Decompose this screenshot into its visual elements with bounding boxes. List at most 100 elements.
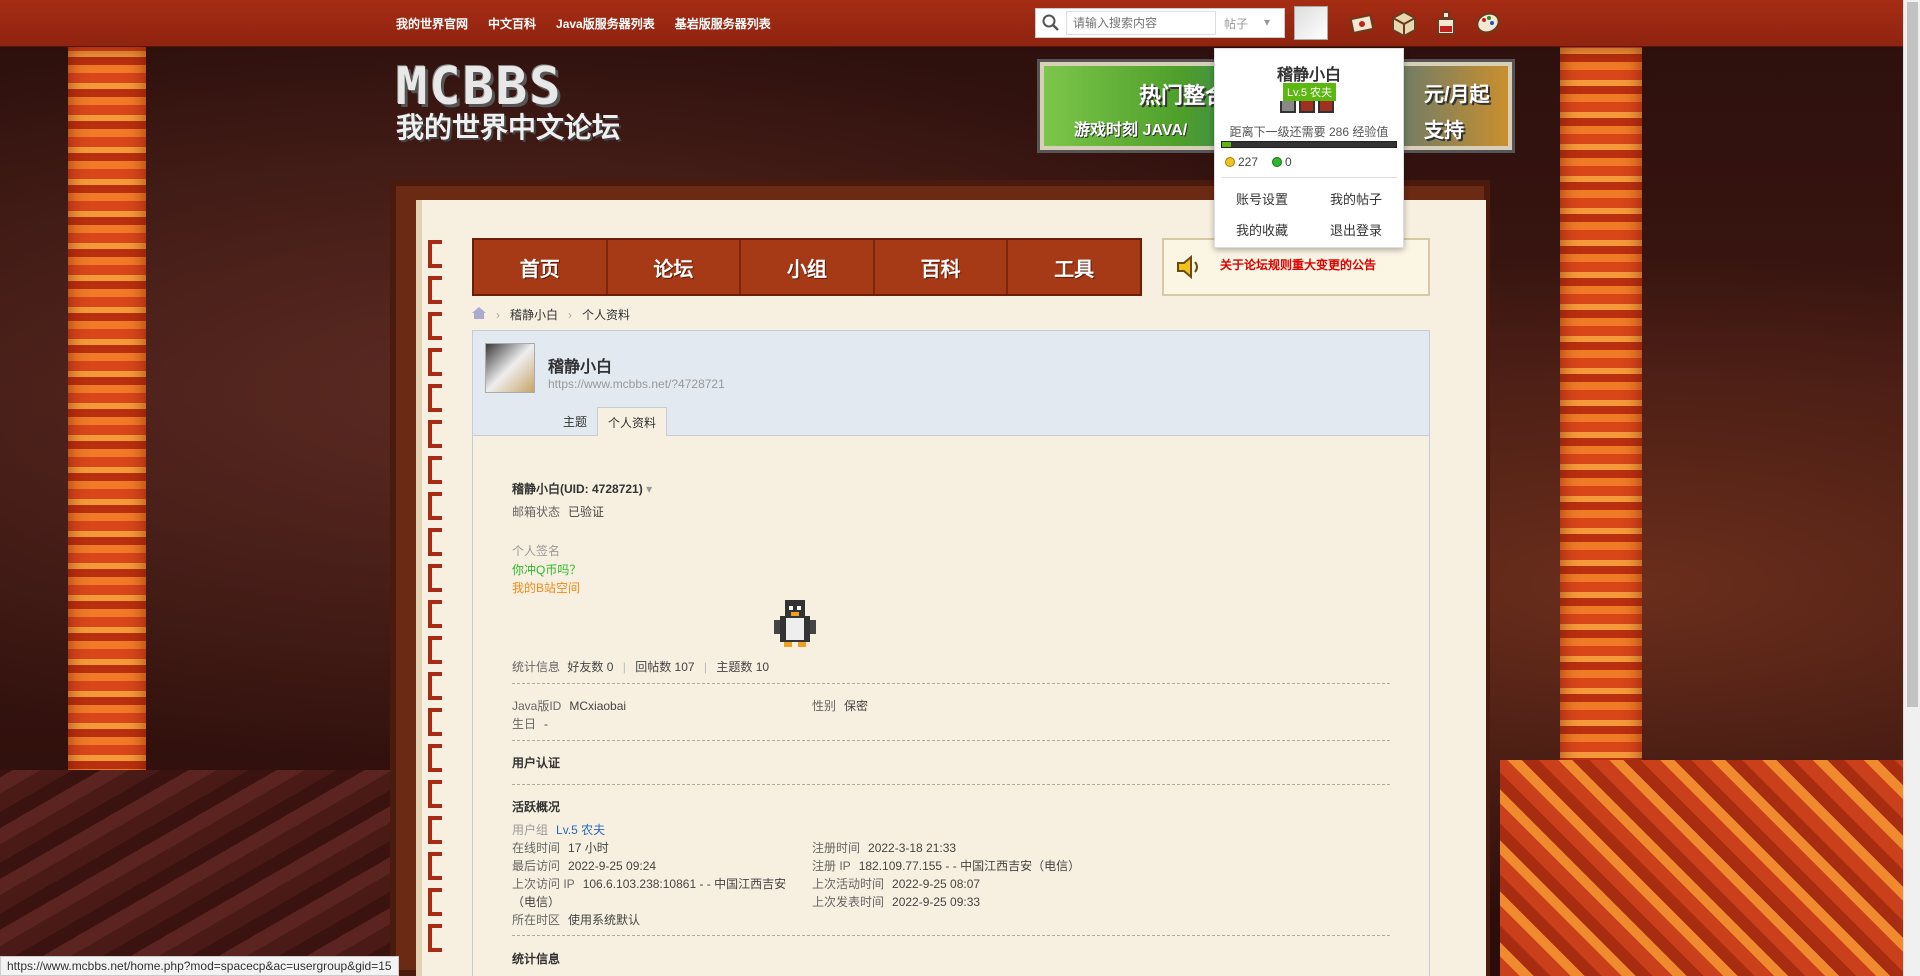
threads-count[interactable]: 主题数 10	[716, 660, 769, 674]
register-time: 注册时间 2022-3-18 21:33	[812, 839, 956, 856]
last-ip-value: 106.6.103.238:10861 - - 中国江西吉安	[582, 877, 787, 891]
user-name-uid-text: 稽静小白(UID: 4728721)	[512, 482, 643, 496]
dropdown-exp-text: 距离下一级还需要 286 经验值	[1229, 125, 1389, 139]
rock-floor	[0, 770, 420, 976]
divider	[512, 784, 1390, 785]
tab-profile[interactable]: 个人资料	[597, 407, 668, 437]
dropdown-currency: 227 0	[1225, 155, 1292, 169]
book-binding	[428, 240, 448, 976]
search-box: 帖子 ▾	[1035, 8, 1285, 38]
last-active: 上次活动时间 2022-9-25 08:07	[812, 875, 980, 892]
scrollbar[interactable]	[1903, 0, 1920, 976]
crafting-table-icon[interactable]	[1390, 9, 1418, 38]
last-visit-label: 最后访问	[512, 859, 561, 873]
top-nav: 我的世界官网 中文百科 Java版服务器列表 基岩版服务器列表	[396, 15, 771, 32]
menu-my-favorites[interactable]: 我的收藏	[1215, 220, 1309, 239]
divider	[512, 683, 1390, 684]
last-post-value: 2022-9-25 09:33	[892, 895, 981, 909]
divider	[512, 740, 1390, 741]
emerald: 0	[1272, 155, 1292, 169]
user-group-label: 用户组	[512, 823, 549, 837]
user-auth-title: 用户认证	[512, 756, 561, 770]
minecart-icon	[1280, 101, 1334, 113]
user-avatar[interactable]	[1294, 6, 1328, 40]
online-time-value: 17 小时	[568, 841, 609, 855]
timezone: 所在时区 使用系统默认	[512, 911, 640, 928]
last-post-label: 上次发表时间	[812, 895, 885, 909]
browser-status-bar: https://www.mcbbs.net/home.php?mod=space…	[0, 956, 399, 976]
user-dropdown: 稽静小白 Lv.5 农夫 距离下一级还需要 286 经验值 227 0 账号设置…	[1214, 48, 1404, 248]
stats-summary: 统计信息 好友数 0 | 回帖数 107 | 主题数 10	[512, 660, 770, 674]
top-nav-wiki[interactable]: 中文百科	[488, 15, 536, 32]
menu-my-posts[interactable]: 我的帖子	[1309, 189, 1403, 208]
palette-icon[interactable]	[1474, 9, 1502, 37]
gold-nugget: 227	[1225, 155, 1258, 169]
exp-progress-fill	[1222, 142, 1231, 147]
main-nav-tools[interactable]: 工具	[1008, 240, 1140, 294]
search-scope-select[interactable]: 帖子 ▾	[1216, 15, 1276, 32]
top-nav-minecraft-official[interactable]: 我的世界官网	[396, 15, 468, 32]
top-nav-bedrock-servers[interactable]: 基岩版服务器列表	[675, 15, 771, 32]
logo-subtitle: 我的世界中文论坛	[396, 112, 621, 143]
site-logo[interactable]: MCBBS 我的世界中文论坛	[396, 57, 621, 144]
menu-account-settings[interactable]: 账号设置	[1215, 189, 1309, 208]
user-group: 用户组 Lv.5 农夫	[512, 821, 605, 838]
profile-url[interactable]: https://www.mcbbs.net/?4728721	[548, 377, 725, 391]
last-ip-label: 上次访问 IP	[512, 877, 575, 891]
speaker-icon	[1174, 252, 1214, 292]
breadcrumb-user[interactable]: 稽静小白	[510, 306, 558, 323]
top-nav-java-servers[interactable]: Java版服务器列表	[556, 15, 655, 32]
lava-floor	[1500, 760, 1920, 976]
email-status: 邮箱状态 已验证	[512, 503, 604, 520]
main-nav-home[interactable]: 首页	[474, 240, 608, 294]
gender-value: 保密	[844, 699, 869, 713]
profile-tabs: 主题 个人资料	[553, 407, 668, 437]
scrollbar-thumb[interactable]	[1907, 2, 1918, 707]
java-id-label: Java版ID	[512, 699, 562, 713]
last-ip: 上次访问 IP 106.6.103.238:10861 - - 中国江西吉安	[512, 875, 786, 892]
last-active-label: 上次活动时间	[812, 877, 885, 891]
search-input[interactable]	[1066, 11, 1216, 35]
top-icons	[1348, 9, 1502, 38]
signature-label: 个人签名	[512, 544, 561, 558]
gold-nugget-icon	[1225, 157, 1235, 167]
potion-icon[interactable]	[1432, 9, 1460, 37]
logo-wordmark: MCBBS	[396, 57, 563, 117]
register-ip-value: 182.109.77.155 - - 中国江西吉安（电信）	[858, 859, 1081, 873]
main-nav-forum[interactable]: 论坛	[608, 240, 742, 294]
last-visit: 最后访问 2022-9-25 09:24	[512, 857, 656, 874]
timezone-label: 所在时区	[512, 913, 561, 927]
main-nav-groups[interactable]: 小组	[741, 240, 875, 294]
message-icon[interactable]	[1348, 9, 1376, 37]
online-time: 在线时间 17 小时	[512, 839, 609, 856]
breadcrumb-separator: ›	[496, 307, 500, 322]
menu-logout[interactable]: 退出登录	[1309, 220, 1403, 239]
search-icon[interactable]	[1036, 9, 1066, 37]
replies-count[interactable]: 回帖数 107	[635, 660, 694, 674]
register-time-value: 2022-3-18 21:33	[868, 841, 957, 855]
user-name-uid[interactable]: 稽静小白(UID: 4728721) ▾	[512, 480, 652, 497]
java-id-value: MCxiaobai	[569, 699, 627, 713]
online-time-label: 在线时间	[512, 841, 561, 855]
birthday-label: 生日	[512, 717, 537, 731]
dropdown-divider	[1221, 177, 1397, 178]
profile-avatar[interactable]	[485, 343, 535, 393]
emerald-count: 0	[1285, 155, 1292, 169]
main-nav-wiki[interactable]: 百科	[875, 240, 1009, 294]
dropdown-username: 稽静小白	[1276, 67, 1341, 84]
friends-count[interactable]: 好友数 0	[567, 660, 613, 674]
stats-label: 统计信息	[512, 660, 561, 674]
profile-name: 稽静小白	[548, 359, 613, 376]
birthday: 生日 -	[512, 715, 548, 732]
home-icon[interactable]	[472, 307, 486, 322]
exp-progress-bar	[1221, 141, 1397, 148]
user-group-link[interactable]: Lv.5 农夫	[556, 823, 605, 837]
timezone-value: 使用系统默认	[568, 913, 641, 927]
tab-threads[interactable]: 主题	[553, 407, 597, 437]
last-ip-cont: （电信）	[512, 895, 561, 909]
signature-bilibili-link[interactable]: 我的B站空间	[512, 579, 580, 596]
signature-line-1: 你冲Q币吗？	[512, 563, 582, 577]
birthday-value: -	[544, 717, 549, 731]
last-active-value: 2022-9-25 08:07	[892, 877, 981, 891]
divider	[512, 935, 1390, 936]
